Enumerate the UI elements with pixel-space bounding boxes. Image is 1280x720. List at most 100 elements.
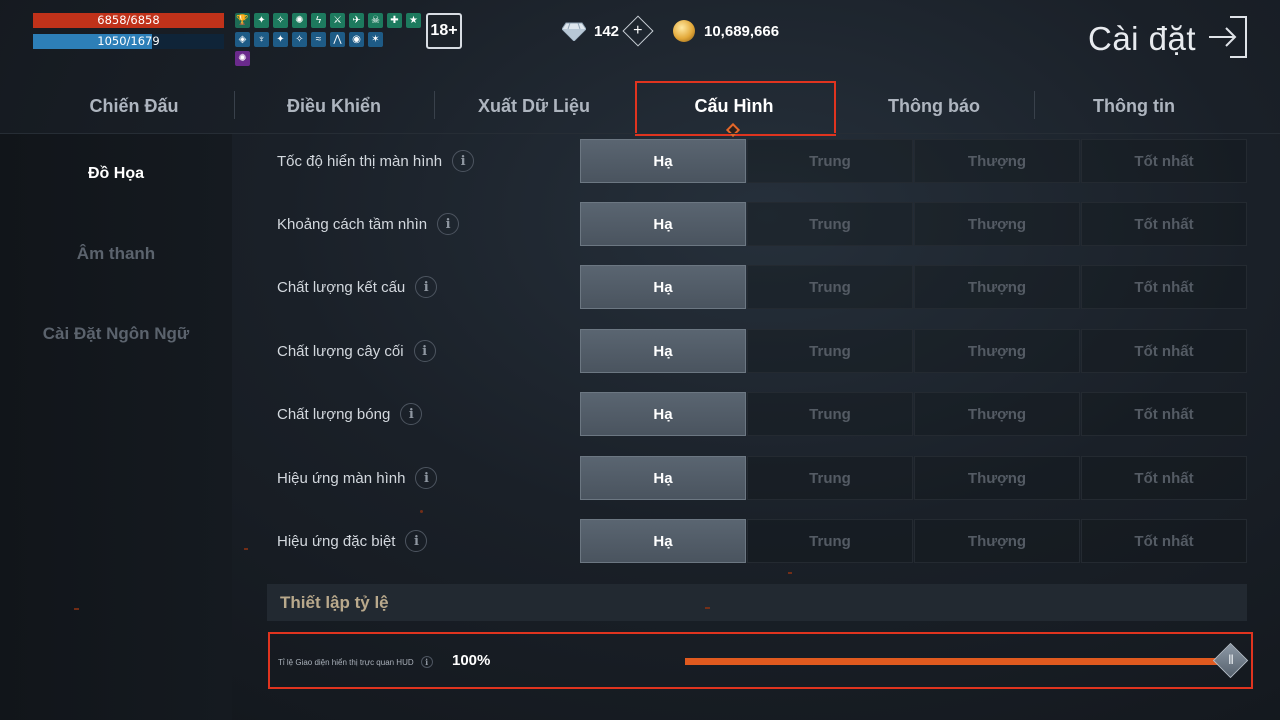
- flame-buff-icon: ✺: [292, 13, 307, 28]
- setting-label-group: Chất lượng cây cối i: [277, 340, 436, 362]
- quality-option-button[interactable]: Thượng: [914, 139, 1080, 183]
- claw-buff-icon: ✧: [273, 13, 288, 28]
- quality-option-button[interactable]: Hạ: [580, 456, 746, 500]
- quality-option-button[interactable]: Thượng: [914, 202, 1080, 246]
- quality-option-button[interactable]: Trung: [747, 139, 913, 183]
- info-icon[interactable]: i: [400, 403, 423, 425]
- quality-option-button[interactable]: Thượng: [914, 329, 1080, 373]
- skull-buff-icon: ☠: [368, 13, 383, 28]
- quality-options: Hạ Trung Thượng Tốt nhất: [580, 202, 1248, 246]
- tab-thong-bao[interactable]: Thông báo: [834, 80, 1034, 132]
- quality-option-button[interactable]: Thượng: [914, 519, 1080, 563]
- info-icon[interactable]: i: [413, 340, 436, 362]
- quality-option-button[interactable]: Thượng: [914, 392, 1080, 436]
- info-icon[interactable]: i: [415, 467, 438, 489]
- info-icon[interactable]: i: [452, 150, 475, 172]
- sword-buff-icon: ⚔: [330, 13, 345, 28]
- quality-option-button[interactable]: Thượng: [914, 265, 1080, 309]
- quality-options: Hạ Trung Thượng Tốt nhất: [580, 329, 1248, 373]
- quality-option-button[interactable]: Hạ: [580, 519, 746, 563]
- hud-scale-slider-fill: [685, 658, 1230, 665]
- quality-option-button[interactable]: Hạ: [580, 329, 746, 373]
- setting-row: Khoảng cách tầm nhìn i Hạ Trung Thượng Tốt nh…: [277, 202, 1247, 246]
- quality-option-button[interactable]: Tốt nhất: [1081, 519, 1247, 563]
- wave-buff-icon: ≈: [311, 32, 326, 47]
- tab-chien-dau[interactable]: Chiến Đấu: [34, 80, 234, 132]
- bolt-buff-icon: ϟ: [311, 13, 326, 28]
- add-diamond-button[interactable]: +: [622, 15, 654, 47]
- tab-dieu-khien[interactable]: Điều Khiển: [234, 80, 434, 132]
- ward-buff-icon: ✧: [292, 32, 307, 47]
- tab-thong-tin[interactable]: Thông tin: [1034, 80, 1234, 132]
- setting-label-group: Khoảng cách tầm nhìn i: [277, 213, 460, 235]
- quality-option-button[interactable]: Trung: [747, 456, 913, 500]
- setting-row: Chất lượng bóng i Hạ Trung Thượng Tốt nhất: [277, 392, 1247, 436]
- setting-row: Chất lượng kết cấu i Hạ Trung Thượng Tốt nhất: [277, 265, 1247, 309]
- hud-scale-slider-handle[interactable]: |||: [1212, 642, 1249, 679]
- drop-buff-icon: ✚: [387, 13, 402, 28]
- setting-label: Chất lượng bóng: [277, 405, 391, 423]
- quality-option-button[interactable]: Trung: [747, 265, 913, 309]
- rune-buff-icon: ✶: [368, 32, 383, 47]
- sidebar-item-do-hoa[interactable]: Đồ Họa: [0, 165, 232, 183]
- mana-buff-icon: ✦: [273, 32, 288, 47]
- arrow-buff-icon: ⋀: [330, 32, 345, 47]
- quality-option-button[interactable]: Tốt nhất: [1081, 392, 1247, 436]
- exit-icon[interactable]: [1206, 15, 1248, 59]
- plus-icon: +: [633, 22, 643, 39]
- eagle-buff-icon: ✈: [349, 13, 364, 28]
- info-icon[interactable]: i: [415, 276, 438, 298]
- sidebar-item-am-thanh[interactable]: Âm thanh: [0, 244, 232, 264]
- quality-option-button[interactable]: Thượng: [914, 456, 1080, 500]
- quality-option-button[interactable]: Hạ: [580, 139, 746, 183]
- quality-option-button[interactable]: Tốt nhất: [1081, 139, 1247, 183]
- setting-label-group: Hiệu ứng màn hình i: [277, 467, 438, 489]
- hud-scale-slider-track[interactable]: [685, 658, 1230, 665]
- setting-label-group: Chất lượng bóng i: [277, 403, 423, 425]
- gold-amount: 10,689,666: [704, 22, 780, 40]
- setting-label-group: Chất lượng kết cấu i: [277, 276, 438, 298]
- trophy-buff-icon: 🏆: [235, 13, 250, 28]
- quality-option-button[interactable]: Tốt nhất: [1081, 329, 1247, 373]
- gold-coin-icon: [673, 20, 695, 42]
- shield-buff-icon: ◈: [235, 32, 250, 47]
- quality-option-button[interactable]: Tốt nhất: [1081, 202, 1247, 246]
- quality-option-button[interactable]: Tốt nhất: [1081, 265, 1247, 309]
- quality-options: Hạ Trung Thượng Tốt nhất: [580, 265, 1248, 309]
- tab-xuat-du-lieu[interactable]: Xuất Dữ Liệu: [434, 80, 634, 132]
- hud-scale-label-group: Tỉ lệ Giao diện hiển thị trực quan HUD i: [278, 656, 433, 668]
- diamond-amount: 142: [594, 22, 620, 40]
- quality-option-button[interactable]: Trung: [747, 329, 913, 373]
- diamond-counter: 142 +: [562, 15, 654, 47]
- quality-option-button[interactable]: Hạ: [580, 265, 746, 309]
- mp-bar: 1050/1679: [33, 34, 224, 49]
- quality-option-button[interactable]: Hạ: [580, 392, 746, 436]
- wing-buff-icon: ✦: [254, 13, 269, 28]
- quality-option-button[interactable]: Tốt nhất: [1081, 456, 1247, 500]
- page-title: Cài đặt: [1088, 20, 1197, 57]
- ember-particle: [74, 608, 79, 610]
- setting-label: Chất lượng cây cối: [277, 342, 404, 360]
- sidebar-item-ngon-ngu[interactable]: Cài Đặt Ngôn Ngữ: [0, 324, 232, 344]
- quality-option-button[interactable]: Trung: [747, 392, 913, 436]
- mp-text: 1050/1679: [97, 34, 160, 48]
- setting-label: Chất lượng kết cấu: [277, 278, 406, 296]
- setting-label-group: Tốc độ hiển thị màn hình i: [277, 150, 475, 172]
- info-icon[interactable]: i: [437, 213, 460, 235]
- setting-row: Tốc độ hiển thị màn hình i Hạ Trung Thượng Tố…: [277, 139, 1247, 183]
- setting-label: Tốc độ hiển thị màn hình: [277, 152, 443, 170]
- setting-row: Hiệu ứng đặc biệt i Hạ Trung Thượng Tốt nhất: [277, 519, 1247, 563]
- setting-row: Chất lượng cây cối i Hạ Trung Thượng Tốt nhất: [277, 329, 1247, 373]
- age-rating-badge: 18+: [426, 13, 462, 49]
- quality-options: Hạ Trung Thượng Tốt nhất: [580, 139, 1248, 183]
- info-icon[interactable]: i: [420, 656, 433, 668]
- info-icon[interactable]: i: [405, 530, 428, 552]
- setting-label: Hiệu ứng màn hình: [277, 469, 406, 487]
- ember-particle: [705, 607, 710, 609]
- quality-option-button[interactable]: Hạ: [580, 202, 746, 246]
- spirit-buff-icon: ♆: [254, 32, 269, 47]
- quality-option-button[interactable]: Trung: [747, 519, 913, 563]
- setting-row: Hiệu ứng màn hình i Hạ Trung Thượng Tốt nhất: [277, 456, 1247, 500]
- eye-buff-icon: ◉: [349, 32, 364, 47]
- quality-option-button[interactable]: Trung: [747, 202, 913, 246]
